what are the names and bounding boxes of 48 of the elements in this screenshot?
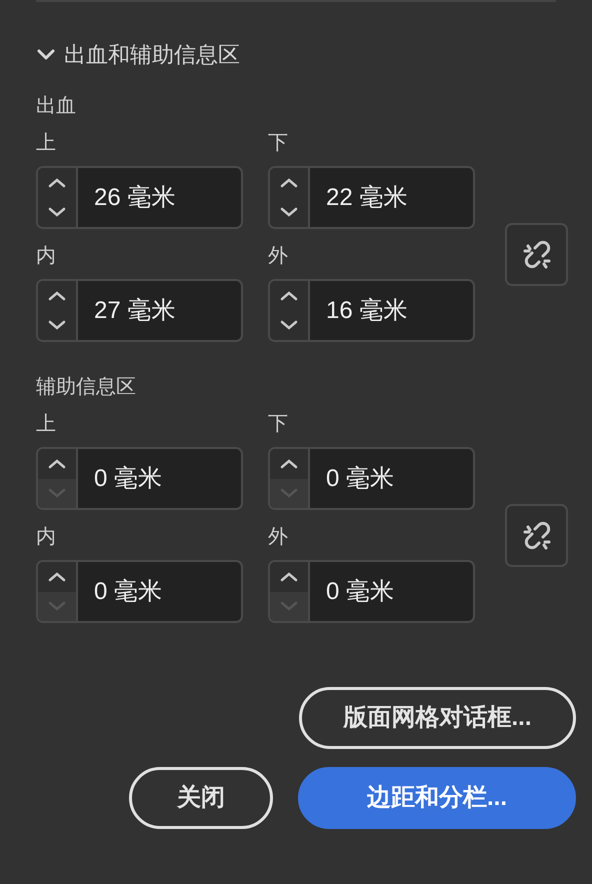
- number-stepper[interactable]: 22 毫米: [268, 166, 475, 229]
- link-toggle-button[interactable]: [505, 504, 568, 567]
- field-label: 内: [36, 244, 56, 269]
- chevron-down-icon: [48, 488, 66, 498]
- field-label: 外: [268, 525, 288, 550]
- section-header[interactable]: 出血和辅助信息区: [36, 40, 240, 70]
- chevron-down-icon: [280, 601, 298, 612]
- link-toggle-button[interactable]: [505, 223, 568, 286]
- chevron-up-icon: [48, 458, 66, 469]
- chevron-up-icon: [48, 572, 66, 582]
- value-input[interactable]: 0 毫米: [310, 562, 473, 621]
- value-input[interactable]: 16 毫米: [310, 281, 473, 340]
- value-input[interactable]: 22 毫米: [310, 168, 473, 227]
- field-label: 下: [268, 412, 288, 437]
- value-input[interactable]: 0 毫米: [310, 449, 473, 508]
- secondary-button[interactable]: 版面网格对话框...: [299, 687, 576, 749]
- field-label: 外: [268, 244, 288, 269]
- field-label: 上: [36, 131, 56, 156]
- number-stepper[interactable]: 0 毫米: [268, 560, 475, 623]
- chevron-down-icon: [280, 488, 298, 498]
- value-input[interactable]: 0 毫米: [78, 562, 241, 621]
- value-input[interactable]: 27 毫米: [78, 281, 241, 340]
- value-input[interactable]: 0 毫米: [78, 449, 241, 508]
- chevron-down-icon: [280, 320, 298, 330]
- chevron-down-icon: [48, 320, 66, 330]
- chevron-up-icon: [48, 178, 66, 188]
- group-title: 出血: [36, 94, 76, 119]
- number-stepper[interactable]: 26 毫米: [36, 166, 243, 229]
- chevron-down-icon: [48, 601, 66, 612]
- chevron-down-icon: [48, 207, 66, 218]
- number-stepper[interactable]: 0 毫米: [268, 447, 475, 510]
- chevron-up-icon: [280, 458, 298, 469]
- primary-button[interactable]: 边距和分栏...: [298, 767, 576, 829]
- field-label: 内: [36, 525, 56, 550]
- number-stepper[interactable]: 0 毫米: [36, 447, 243, 510]
- secondary-button[interactable]: 关闭: [129, 767, 273, 829]
- value-input[interactable]: 26 毫米: [78, 168, 241, 227]
- number-stepper[interactable]: 27 毫米: [36, 279, 243, 342]
- chevron-up-icon: [280, 572, 298, 582]
- field-label: 下: [268, 131, 288, 156]
- number-stepper[interactable]: 0 毫米: [36, 560, 243, 623]
- field-label: 上: [36, 412, 56, 437]
- group-title: 辅助信息区: [36, 375, 136, 400]
- number-stepper[interactable]: 16 毫米: [268, 279, 475, 342]
- chevron-up-icon: [280, 178, 298, 188]
- chevron-up-icon: [280, 290, 298, 301]
- chevron-up-icon: [48, 290, 66, 301]
- chevron-down-icon: [280, 207, 298, 218]
